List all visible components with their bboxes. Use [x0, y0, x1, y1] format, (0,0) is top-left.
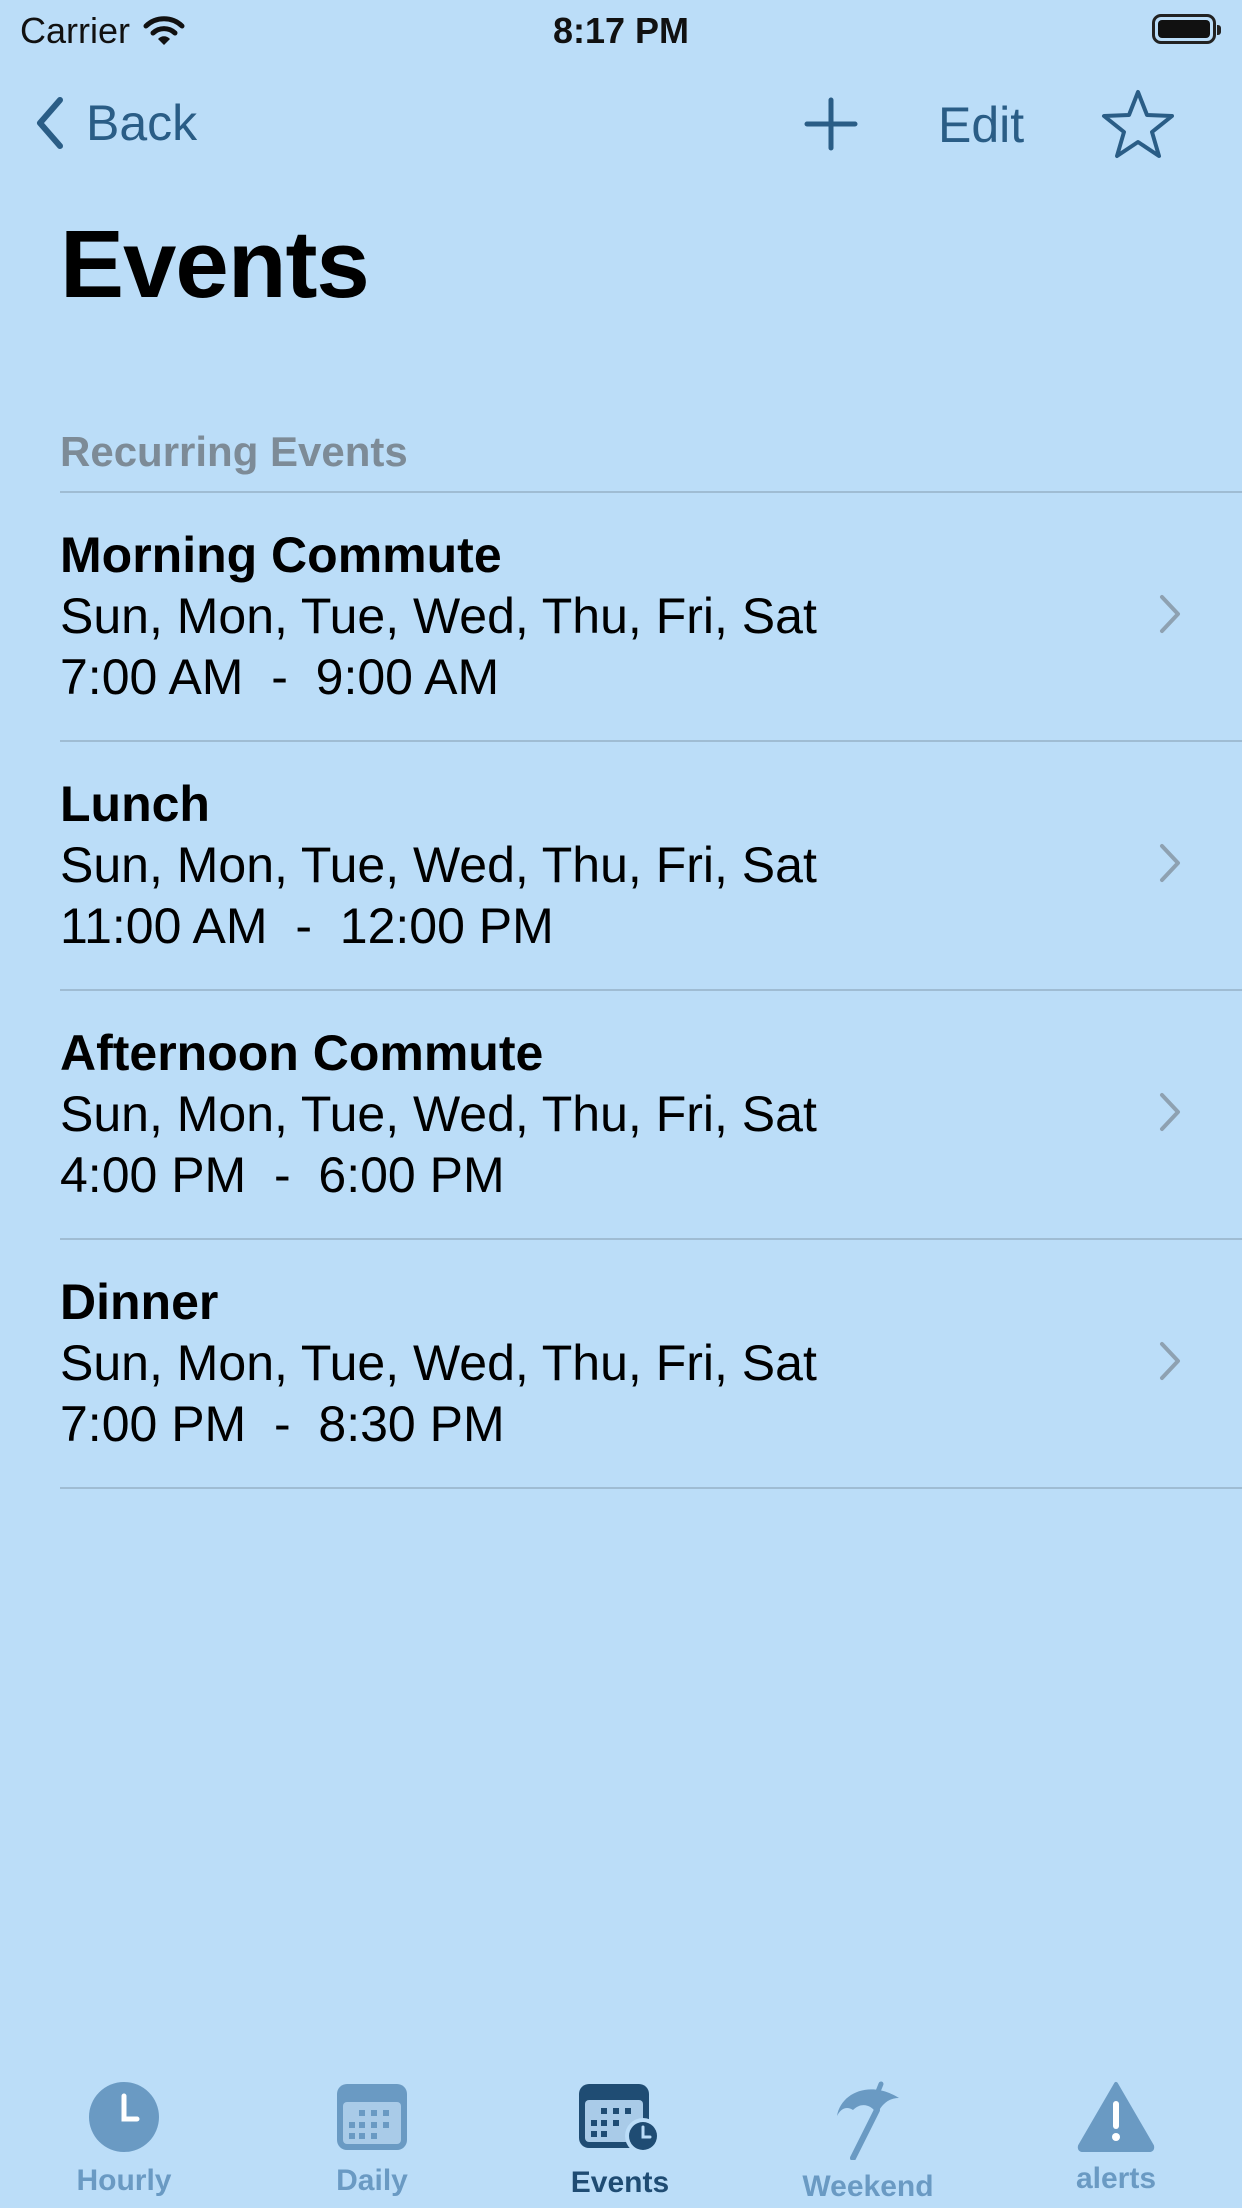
event-title: Lunch	[60, 776, 210, 832]
tab-weekend[interactable]: Weekend	[744, 2080, 992, 2204]
event-title: Morning Commute	[60, 527, 502, 583]
tab-label: Daily	[336, 2164, 408, 2197]
navigation-bar: Back Edit	[0, 80, 1242, 170]
event-time: 7:00 PM - 8:30 PM	[60, 1396, 505, 1452]
chevron-right-icon	[1160, 595, 1180, 633]
chevron-left-icon	[37, 97, 63, 149]
event-time: 7:00 AM - 9:00 AM	[60, 649, 500, 705]
event-days: Sun, Mon, Tue, Wed, Thu, Fri, Sat	[60, 1086, 817, 1142]
add-button[interactable]	[803, 96, 859, 157]
status-bar: Carrier 8:17 PM	[0, 0, 1242, 62]
battery-icon	[1152, 14, 1221, 44]
event-row-dinner[interactable]: Dinner Sun, Mon, Tue, Wed, Thu, Fri, Sat…	[60, 1240, 1242, 1489]
event-time: 11:00 AM - 12:00 PM	[60, 898, 554, 954]
calendar-icon	[337, 2084, 407, 2150]
tab-label: Hourly	[76, 2164, 172, 2197]
warning-icon	[1077, 2082, 1155, 2152]
star-icon	[1102, 90, 1174, 158]
favorite-button[interactable]	[1100, 88, 1176, 165]
event-days: Sun, Mon, Tue, Wed, Thu, Fri, Sat	[60, 588, 817, 644]
event-days: Sun, Mon, Tue, Wed, Thu, Fri, Sat	[60, 837, 817, 893]
page-title: Events	[60, 211, 370, 318]
event-days: Sun, Mon, Tue, Wed, Thu, Fri, Sat	[60, 1335, 817, 1391]
chevron-right-icon	[1160, 1342, 1180, 1380]
events-list: Morning Commute Sun, Mon, Tue, Wed, Thu,…	[60, 491, 1242, 1489]
tab-label: Events	[570, 2166, 670, 2199]
tab-alerts[interactable]: alerts	[992, 2080, 1240, 2196]
tab-label: Weekend	[802, 2170, 934, 2203]
event-row-morning-commute[interactable]: Morning Commute Sun, Mon, Tue, Wed, Thu,…	[60, 493, 1242, 742]
clock-icon	[89, 2082, 159, 2152]
back-button[interactable]: Back	[34, 94, 197, 152]
event-title: Afternoon Commute	[60, 1025, 544, 1081]
plus-icon	[804, 97, 858, 151]
status-time: 8:17 PM	[552, 10, 690, 51]
tab-bar: Hourly Daily Events Weekend alerts	[0, 2068, 1242, 2208]
event-time: 4:00 PM - 6:00 PM	[60, 1147, 505, 1203]
calendar-clock-icon	[579, 2084, 661, 2154]
section-header: Recurring Events	[60, 428, 408, 475]
event-row-lunch[interactable]: Lunch Sun, Mon, Tue, Wed, Thu, Fri, Sat …	[60, 742, 1242, 991]
tab-hourly[interactable]: Hourly	[0, 2080, 248, 2198]
tab-daily[interactable]: Daily	[248, 2080, 496, 2198]
chevron-right-icon	[1160, 844, 1180, 882]
tab-events[interactable]: Events	[496, 2080, 744, 2200]
edit-button[interactable]: Edit	[938, 96, 1024, 154]
back-label: Back	[86, 95, 198, 151]
tab-label: alerts	[1075, 2162, 1157, 2195]
beach-umbrella-icon	[837, 2081, 899, 2160]
chevron-right-icon	[1160, 1093, 1180, 1131]
event-row-afternoon-commute[interactable]: Afternoon Commute Sun, Mon, Tue, Wed, Th…	[60, 991, 1242, 1240]
event-title: Dinner	[60, 1274, 219, 1330]
